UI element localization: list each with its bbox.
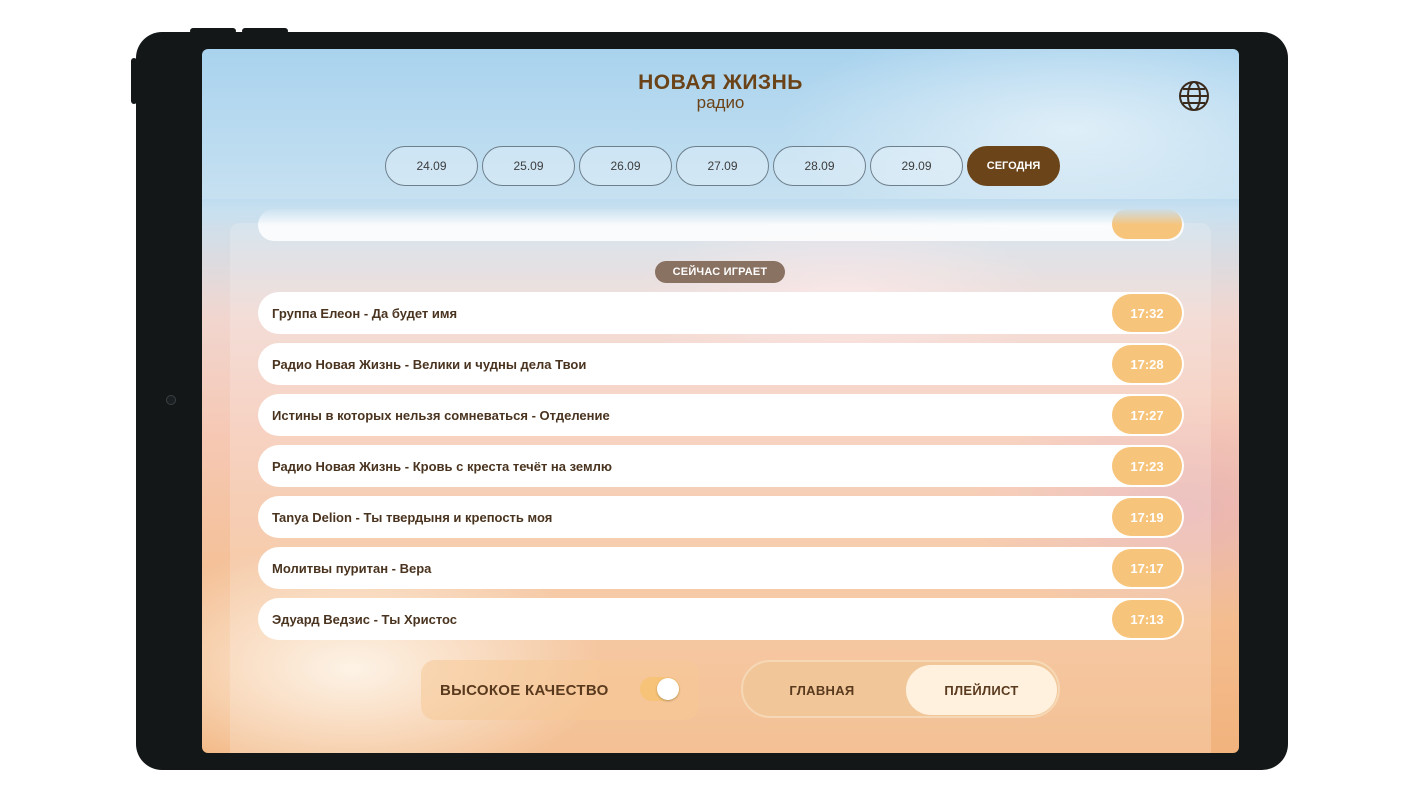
date-chip-24-09[interactable]: 24.09: [385, 146, 478, 186]
track-time: 17:19: [1112, 498, 1182, 536]
date-chip-today[interactable]: СЕГОДНЯ: [967, 146, 1060, 186]
track-title: Истины в которых нельзя сомневаться - От…: [272, 407, 610, 423]
track-row[interactable]: Эдуард Ведзис - Ты Христос 17:13: [258, 598, 1184, 640]
volume-button-2: [242, 28, 288, 34]
globe-icon[interactable]: [1178, 80, 1210, 112]
app-header: НОВАЯ ЖИЗНЬ радио: [202, 71, 1239, 113]
date-chip-29-09[interactable]: 29.09: [870, 146, 963, 186]
track-time: 17:28: [1112, 345, 1182, 383]
high-quality-setting: ВЫСОКОЕ КАЧЕСТВО: [421, 660, 699, 720]
date-chip-25-09[interactable]: 25.09: [482, 146, 575, 186]
track-list: Группа Елеон - Да будет имя 17:32 Радио …: [258, 292, 1184, 649]
scroll-fade: [202, 199, 1239, 225]
track-time: 17:13: [1112, 600, 1182, 638]
track-time: 17:17: [1112, 549, 1182, 587]
track-time: 17:23: [1112, 447, 1182, 485]
app-screen: НОВАЯ ЖИЗНЬ радио 24.09 25.09 26.09 27.0…: [202, 49, 1239, 753]
track-title: Радио Новая Жизнь - Кровь с креста течёт…: [272, 458, 612, 474]
track-title: Эдуард Ведзис - Ты Христос: [272, 611, 458, 627]
track-title: Молитвы пуритан - Вера: [272, 560, 432, 576]
date-chip-27-09[interactable]: 27.09: [676, 146, 769, 186]
track-row[interactable]: Tanya Delion - Ты твердыня и крепость мо…: [258, 496, 1184, 538]
high-quality-toggle[interactable]: [640, 677, 680, 701]
track-row[interactable]: Истины в которых нельзя сомневаться - От…: [258, 394, 1184, 436]
volume-button-1: [190, 28, 236, 34]
now-playing-badge: СЕЙЧАС ИГРАЕТ: [655, 261, 785, 283]
bottom-navigation: ГЛАВНАЯ ПЛЕЙЛИСТ: [741, 660, 1060, 718]
front-camera: [166, 395, 176, 405]
date-selector: 24.09 25.09 26.09 27.09 28.09 29.09 СЕГО…: [385, 146, 1060, 186]
date-chip-28-09[interactable]: 28.09: [773, 146, 866, 186]
track-row[interactable]: Молитвы пуритан - Вера 17:17: [258, 547, 1184, 589]
track-row[interactable]: Группа Елеон - Да будет имя 17:32: [258, 292, 1184, 334]
power-button: [131, 58, 137, 104]
track-title: Радио Новая Жизнь - Велики и чудны дела …: [272, 356, 587, 372]
app-subtitle: радио: [696, 93, 745, 112]
track-time: 17:32: [1112, 294, 1182, 332]
track-title: Tanya Delion - Ты твердыня и крепость мо…: [272, 509, 553, 525]
date-chip-26-09[interactable]: 26.09: [579, 146, 672, 186]
nav-playlist-button[interactable]: ПЛЕЙЛИСТ: [906, 665, 1057, 715]
nav-main-button[interactable]: ГЛАВНАЯ: [746, 665, 898, 715]
track-row[interactable]: Радио Новая Жизнь - Велики и чудны дела …: [258, 343, 1184, 385]
track-title: Группа Елеон - Да будет имя: [272, 305, 458, 321]
high-quality-label: ВЫСОКОЕ КАЧЕСТВО: [440, 681, 609, 699]
toggle-knob: [657, 678, 679, 700]
app-title: НОВАЯ ЖИЗНЬ: [638, 71, 803, 94]
track-row[interactable]: Радио Новая Жизнь - Кровь с креста течёт…: [258, 445, 1184, 487]
track-time: 17:27: [1112, 396, 1182, 434]
